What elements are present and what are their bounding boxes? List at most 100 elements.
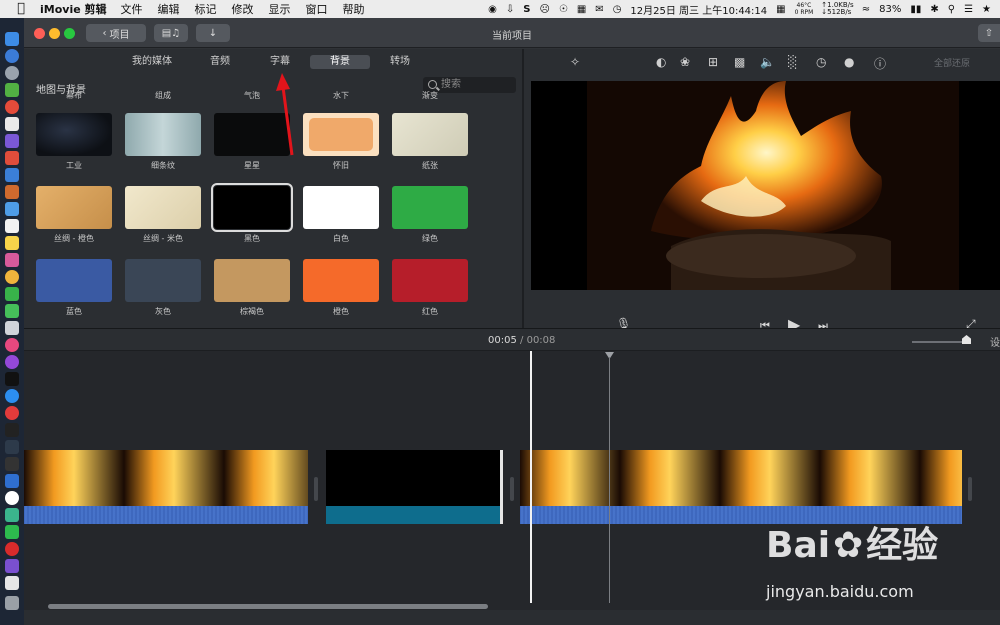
grid-icon[interactable]: ▦ xyxy=(577,4,586,15)
message-icon[interactable]: ✉ xyxy=(595,4,603,15)
background-thumb-gray[interactable] xyxy=(125,259,201,302)
clock-icon[interactable]: ◷ xyxy=(613,4,622,15)
dock-netease-icon[interactable] xyxy=(5,542,19,556)
dock-notes-icon[interactable] xyxy=(5,236,19,250)
background-thumb-blue[interactable] xyxy=(36,259,112,302)
menu-mark[interactable]: 标记 xyxy=(195,1,217,17)
magic-wand-icon[interactable]: ✧ xyxy=(570,55,580,69)
dock-facetime-icon[interactable] xyxy=(5,287,19,301)
background-thumb-white[interactable] xyxy=(303,186,379,229)
dock-app-icon[interactable] xyxy=(5,134,19,148)
background-thumb-black[interactable] xyxy=(211,183,293,232)
dock-app-icon[interactable] xyxy=(5,117,19,131)
clip-trim-handle[interactable] xyxy=(968,477,972,501)
menu-window[interactable]: 窗口 xyxy=(306,1,328,17)
info-icon[interactable]: ⓘ xyxy=(874,55,886,72)
menu-edit[interactable]: 编辑 xyxy=(158,1,180,17)
menu-file[interactable]: 文件 xyxy=(121,1,143,17)
apple-menu-icon[interactable]:  xyxy=(14,2,28,16)
dock-app-icon[interactable] xyxy=(5,321,19,335)
siri-icon[interactable]: ★ xyxy=(982,4,991,15)
dock-rocket-icon[interactable] xyxy=(5,66,19,80)
background-thumb-paper[interactable] xyxy=(392,113,468,156)
dock-chrome-icon[interactable] xyxy=(5,100,19,114)
equalizer-icon[interactable]: ░ xyxy=(788,55,797,69)
dock-app-icon[interactable] xyxy=(5,168,19,182)
background-thumb-red[interactable] xyxy=(392,259,468,302)
reset-all-button[interactable]: 全部还原 xyxy=(934,56,970,69)
background-thumb-orange[interactable] xyxy=(303,259,379,302)
tab-transitions[interactable]: 转场 xyxy=(384,55,416,69)
wifi-icon[interactable]: ≈ xyxy=(862,4,870,15)
dock-app-icon[interactable] xyxy=(5,559,19,573)
w-icon[interactable]: ▦ xyxy=(776,4,785,15)
timeline-clip-fire-1[interactable] xyxy=(24,450,308,524)
dock-app-icon[interactable] xyxy=(5,508,19,522)
dock-app-icon[interactable] xyxy=(5,576,19,590)
ghost-icon[interactable]: ☹ xyxy=(539,4,549,15)
timeline-clip-fire-2[interactable] xyxy=(520,450,962,524)
background-thumb-silk-orange[interactable] xyxy=(36,186,112,229)
playhead[interactable] xyxy=(530,351,532,603)
globe-icon[interactable]: ☉ xyxy=(559,4,568,15)
dock-podcasts-icon[interactable] xyxy=(5,355,19,369)
share-button[interactable]: ⇧ xyxy=(978,24,1000,42)
bluetooth-icon[interactable]: ✱ xyxy=(930,4,938,15)
stabilization-icon[interactable]: ▩ xyxy=(734,55,745,69)
color-palette-icon[interactable]: ❀ xyxy=(680,55,690,69)
tab-backgrounds[interactable]: 背景 xyxy=(310,55,370,69)
dock-safari-icon[interactable] xyxy=(5,49,19,63)
background-thumb-retro[interactable] xyxy=(303,113,379,156)
battery-icon[interactable]: ▮▮ xyxy=(910,4,921,15)
app-menu[interactable]: iMovie 剪辑 xyxy=(40,1,107,17)
dock-app-icon[interactable] xyxy=(5,457,19,471)
dock-vivaldi-icon[interactable] xyxy=(5,406,19,420)
menu-view[interactable]: 显示 xyxy=(269,1,291,17)
dock-app-icon[interactable] xyxy=(5,185,19,199)
dock-yandex-icon[interactable] xyxy=(5,491,19,505)
speed-icon[interactable]: ◷ xyxy=(816,55,826,69)
horizontal-scrollbar[interactable] xyxy=(48,604,488,609)
dock-calendar-icon[interactable] xyxy=(5,219,19,233)
tab-my-media[interactable]: 我的媒体 xyxy=(126,55,178,69)
dock-appstore-icon[interactable] xyxy=(5,389,19,403)
s-app-icon[interactable]: S xyxy=(523,4,530,15)
dock-messages-icon[interactable] xyxy=(5,304,19,318)
dock-wechat-icon[interactable] xyxy=(5,525,19,539)
menu-modify[interactable]: 修改 xyxy=(232,1,254,17)
tab-titles[interactable]: 字幕 xyxy=(264,55,296,69)
volume-icon[interactable]: 🔈 xyxy=(760,55,775,69)
background-thumb-green[interactable] xyxy=(392,186,468,229)
background-thumb-industrial[interactable] xyxy=(36,113,112,156)
zoom-slider-knob[interactable] xyxy=(962,335,971,344)
datetime[interactable]: 12月25日 周三 上午10:44:14 xyxy=(630,2,767,17)
control-center-icon[interactable]: ☰ xyxy=(964,4,973,15)
dock-app-icon[interactable] xyxy=(5,151,19,165)
dock-itunes-icon[interactable] xyxy=(5,338,19,352)
dock-app-icon[interactable] xyxy=(5,202,19,216)
dock-app-icon[interactable] xyxy=(5,440,19,454)
tab-audio[interactable]: 音频 xyxy=(204,55,236,69)
settings-label[interactable]: 设 xyxy=(990,334,1000,349)
status-icon-1[interactable]: ◉ xyxy=(488,4,497,15)
dock-terminal-icon[interactable] xyxy=(5,423,19,437)
dock-trash-icon[interactable] xyxy=(5,596,19,610)
dock-android-icon[interactable] xyxy=(5,83,19,97)
zoom-slider-track[interactable] xyxy=(912,341,970,343)
dock-photos-icon[interactable] xyxy=(5,270,19,284)
download-icon[interactable]: ⇩ xyxy=(506,4,514,15)
dock-vpn-icon[interactable] xyxy=(5,474,19,488)
background-thumb-pinstripes[interactable] xyxy=(125,113,201,156)
dock-finder-icon[interactable] xyxy=(5,32,19,46)
dock-tv-icon[interactable] xyxy=(5,372,19,386)
dock-app-icon[interactable] xyxy=(5,253,19,267)
spotlight-icon[interactable]: ⚲ xyxy=(948,4,955,15)
color-balance-icon[interactable]: ◐ xyxy=(656,55,666,69)
video-preview[interactable] xyxy=(531,81,1000,290)
clip-trim-handle[interactable] xyxy=(314,477,318,501)
filter-icon[interactable]: ● xyxy=(844,55,854,69)
timeline-clip-black-background[interactable] xyxy=(326,450,502,524)
clip-trim-handle[interactable] xyxy=(510,477,514,501)
background-thumb-tan[interactable] xyxy=(214,259,290,302)
menu-help[interactable]: 帮助 xyxy=(343,1,365,17)
